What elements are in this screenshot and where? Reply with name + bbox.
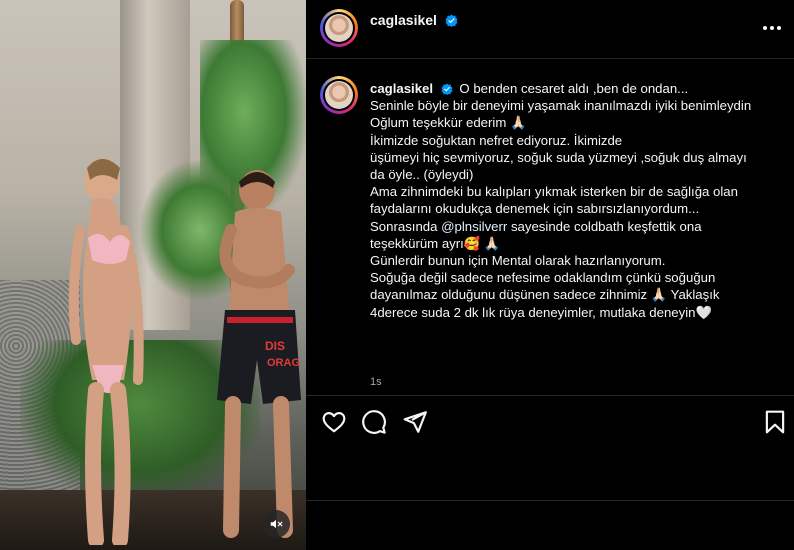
share-icon xyxy=(403,411,427,433)
caption-text: Sonrasında xyxy=(370,218,442,234)
caption-line: Günlerdir bunun için Mental olarak hazır… xyxy=(370,253,666,269)
post-video[interactable]: DIS ORAG xyxy=(0,0,306,550)
mute-toggle-button[interactable] xyxy=(262,510,290,538)
svg-text:DIS: DIS xyxy=(265,339,285,353)
share-button[interactable] xyxy=(402,409,428,435)
mention-link[interactable]: @plnsilverr xyxy=(441,219,507,234)
comment-button[interactable] xyxy=(361,409,387,435)
video-person-woman xyxy=(68,158,144,545)
heart-icon xyxy=(322,412,346,433)
caption-mention-line: Sonrasında @plnsilverr sayesinde coldbat… xyxy=(370,218,782,235)
svg-text:ORAG: ORAG xyxy=(267,357,300,369)
post-detail-panel: caglasikel caglasikel O benden cesaret a… xyxy=(306,0,794,550)
muted-speaker-icon xyxy=(270,519,283,529)
more-options-icon xyxy=(763,26,781,30)
caption-line: İkimizde soğuktan nefret ediyoruz. İkimi… xyxy=(370,132,623,148)
like-button[interactable] xyxy=(321,409,347,435)
divider xyxy=(306,500,794,501)
caption-line: da öyle.. (öyleydi) xyxy=(370,167,474,183)
caption-line: üşümeyi hiç sevmiyoruz, soğuk suda yüzme… xyxy=(370,149,747,165)
caption-line: dayanılmaz olduğunu düşünen sadece zihni… xyxy=(370,287,720,303)
caption-line: teşekkürüm ayrı🥰 🙏🏻 xyxy=(370,235,501,251)
caption-line: 4derece suda 2 dk lık rüya deneyimler, m… xyxy=(370,304,712,320)
post-caption: caglasikel O benden cesaret aldı ,ben de… xyxy=(370,80,782,321)
caption-line: Seninle böyle bir deneyimi yaşamak inanı… xyxy=(370,98,752,114)
comment-icon xyxy=(362,410,386,434)
caption-text: sayesinde coldbath keşfettik ona xyxy=(507,218,702,234)
caption-line: O benden cesaret aldı ,ben de ondan... xyxy=(459,81,689,96)
caption-line: Ama zihnimdeki bu kalıpları yıkmak ister… xyxy=(370,184,738,200)
caption-username[interactable]: caglasikel xyxy=(370,81,433,96)
video-person-boy: DIS ORAG xyxy=(217,170,301,538)
bookmark-icon xyxy=(765,410,785,434)
username-link[interactable]: caglasikel xyxy=(370,12,458,28)
caption-line: Soğuğa değil sadece nefesime odaklandım … xyxy=(370,270,716,286)
verified-badge-icon xyxy=(445,14,458,27)
save-button[interactable] xyxy=(762,409,788,435)
caption-line: Oğlum teşekkür ederim 🙏🏻 xyxy=(370,115,527,131)
username-text[interactable]: caglasikel xyxy=(370,12,437,28)
avatar[interactable] xyxy=(320,9,358,47)
more-options-button[interactable] xyxy=(760,18,784,38)
post-actions-bar xyxy=(306,395,794,448)
post-header: caglasikel xyxy=(306,0,794,59)
caption-line: faydalarını okudukça denemek için sabırs… xyxy=(370,201,700,217)
caption-avatar[interactable] xyxy=(320,76,358,114)
verified-badge-icon xyxy=(441,83,453,95)
post-timestamp[interactable]: 1s xyxy=(370,376,382,388)
